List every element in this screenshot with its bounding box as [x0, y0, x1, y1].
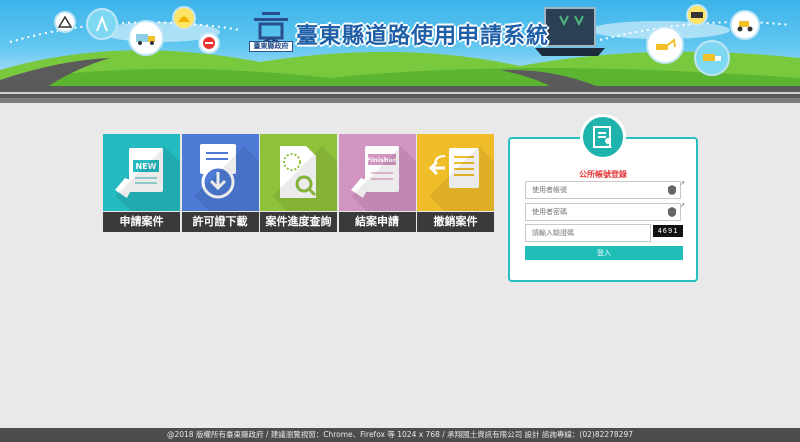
- hard-hat-icon: [172, 6, 196, 30]
- login-button[interactable]: 登入: [525, 246, 683, 260]
- svg-text:NEW: NEW: [136, 162, 157, 171]
- captcha-image[interactable]: 4691: [653, 225, 683, 237]
- main-menu: NEW 申請案件 許可證下載 案件進度查詢 Finished 結案申請 撤銷案件: [103, 134, 494, 234]
- menu-tile-face: [260, 134, 337, 211]
- username-input[interactable]: [525, 181, 681, 199]
- password-input[interactable]: [525, 203, 681, 221]
- bus-icon: [686, 4, 708, 26]
- login-title: 公所帳號登錄: [579, 170, 627, 179]
- svg-text:Finished: Finished: [366, 156, 397, 164]
- login-badge: [580, 114, 626, 160]
- info-mark-icon: ↗: [680, 180, 686, 187]
- menu-tile-label: 撤銷案件: [417, 212, 494, 232]
- info-mark-icon: ↗: [680, 202, 686, 209]
- user-shield-icon: [668, 185, 676, 195]
- menu-tile-revoke[interactable]: 撤銷案件: [417, 134, 494, 234]
- menu-tile-face: [417, 134, 494, 211]
- menu-tile-label: 結案申請: [338, 212, 416, 232]
- menu-tile-label: 案件進度查詢: [260, 212, 337, 232]
- menu-tile-face: Finished: [338, 134, 416, 211]
- menu-tile-label: 許可證下載: [181, 212, 259, 232]
- excavator-icon: [646, 26, 684, 64]
- menu-tile-progress-query[interactable]: 案件進度查詢: [260, 134, 337, 234]
- search-document-icon: [280, 146, 317, 198]
- construction-sign-icon: [54, 11, 76, 33]
- password-shield-icon: [668, 207, 676, 217]
- no-entry-sign-icon: [198, 32, 220, 54]
- menu-tile-apply[interactable]: NEW 申請案件: [103, 134, 180, 234]
- roller-icon: [730, 10, 760, 40]
- menu-tile-face: NEW: [103, 134, 180, 211]
- revoke-document-icon: [428, 148, 479, 188]
- captcha-input[interactable]: [525, 224, 651, 242]
- menu-tile-face: [181, 134, 259, 211]
- menu-tile-label: 申請案件: [103, 212, 180, 232]
- dump-truck-icon: [694, 40, 730, 76]
- download-icon: [199, 144, 236, 199]
- footer-copyright: @2018 版權所有臺東縣政府 / 建議瀏覽視窗：Chrome、Firefox …: [0, 428, 800, 442]
- page-title: 臺東縣道路使用申請系統: [296, 24, 550, 49]
- new-application-icon: NEW: [115, 148, 163, 198]
- finished-icon: Finished: [350, 146, 399, 198]
- header-banner: 臺東縣政府 臺東縣道路使用申請系統: [0, 0, 800, 103]
- menu-tile-close-case[interactable]: Finished 結案申請: [338, 134, 416, 234]
- logo-caption: 臺東縣政府: [249, 41, 293, 52]
- account-document-icon: [593, 126, 612, 148]
- cement-truck-icon: [128, 20, 164, 56]
- barrier-icon: [86, 8, 118, 40]
- menu-tile-permit-download[interactable]: 許可證下載: [181, 134, 259, 234]
